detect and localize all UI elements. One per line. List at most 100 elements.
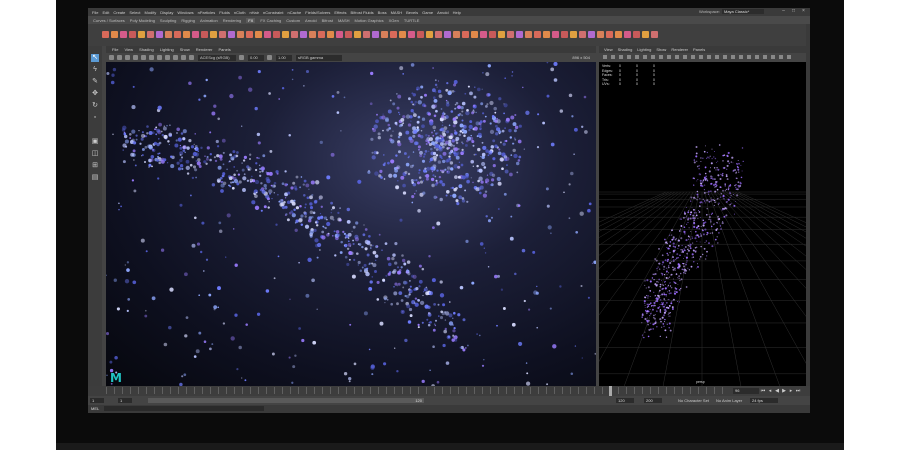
close-icon[interactable]: ×	[801, 9, 806, 14]
shelf-tool-icon[interactable]	[579, 31, 586, 38]
side-toolbar-icon[interactable]	[627, 55, 631, 59]
rotate-tool-icon[interactable]: ↻	[91, 102, 99, 110]
main-viewport[interactable]: M	[106, 62, 596, 386]
shelf-tool-icon[interactable]	[561, 31, 568, 38]
viewport-menu-shading[interactable]: Shading	[139, 47, 154, 52]
side-toolbar-icon[interactable]	[723, 55, 727, 59]
shelf-tool-icon[interactable]	[138, 31, 145, 38]
shelf-tool-icon[interactable]	[570, 31, 577, 38]
bookmark-icon[interactable]	[125, 55, 130, 60]
shelf-tool-icon[interactable]	[507, 31, 514, 38]
shelf-tool-icon[interactable]	[480, 31, 487, 38]
image-plane-icon[interactable]	[133, 55, 138, 60]
shelf-tool-icon[interactable]	[624, 31, 631, 38]
side-toolbar-icon[interactable]	[619, 55, 623, 59]
shelf-tool-icon[interactable]	[462, 31, 469, 38]
shelf-tab-animation[interactable]: Animation	[200, 18, 218, 23]
menu-bevels[interactable]: Bevels	[406, 10, 418, 15]
shelf-tool-icon[interactable]	[174, 31, 181, 38]
character-set-label[interactable]: No Character Set	[678, 397, 709, 404]
shelf-tool-icon[interactable]	[282, 31, 289, 38]
menu-nconstraint[interactable]: nConstraint	[263, 10, 283, 15]
side-menu-lighting[interactable]: Lighting	[637, 47, 651, 52]
shelf-tool-icon[interactable]	[156, 31, 163, 38]
side-toolbar-icon[interactable]	[667, 55, 671, 59]
shelf-tool-icon[interactable]	[444, 31, 451, 38]
viewport-menu-panels[interactable]: Panels	[218, 47, 230, 52]
shelf-tab-fx-caching[interactable]: FX Caching	[260, 18, 281, 23]
shelf-tool-icon[interactable]	[219, 31, 226, 38]
shelf-tool-icon[interactable]	[327, 31, 334, 38]
smooth-shade-icon[interactable]	[165, 55, 170, 60]
prev-key-icon[interactable]: ◂	[767, 388, 773, 394]
maximize-icon[interactable]: □	[791, 9, 796, 14]
shadows-icon[interactable]	[189, 55, 194, 60]
menu-fields-solvers[interactable]: Fields/Solvers	[305, 10, 330, 15]
shelf-tab-custom[interactable]: Custom	[286, 18, 300, 23]
grid-icon[interactable]	[141, 55, 146, 60]
shelf-tool-icon[interactable]	[588, 31, 595, 38]
wireframe-icon[interactable]	[157, 55, 162, 60]
shelf-tool-icon[interactable]	[642, 31, 649, 38]
shelf-tool-icon[interactable]	[120, 31, 127, 38]
play-back-icon[interactable]: ◀	[774, 388, 780, 394]
menu-help[interactable]: Help	[453, 10, 461, 15]
shelf-tool-icon[interactable]	[228, 31, 235, 38]
scale-tool-icon[interactable]: ▫	[91, 114, 99, 122]
color-space-field[interactable]: ACEScg (sRGB)	[198, 54, 236, 61]
playhead[interactable]	[609, 386, 612, 396]
menu-nhair[interactable]: nHair	[249, 10, 259, 15]
side-toolbar-icon[interactable]	[747, 55, 751, 59]
shelf-tool-icon[interactable]	[309, 31, 316, 38]
shelf-tab-rendering[interactable]: Rendering	[223, 18, 241, 23]
lasso-tool-icon[interactable]: ϟ	[91, 66, 99, 74]
menu-boss[interactable]: Boss	[378, 10, 387, 15]
menu-bifrost-fluids[interactable]: Bifrost Fluids	[351, 10, 374, 15]
shelf-tool-icon[interactable]	[606, 31, 613, 38]
camera-icon[interactable]	[109, 55, 114, 60]
shelf-tool-icon[interactable]	[372, 31, 379, 38]
menu-game[interactable]: Game	[422, 10, 433, 15]
side-toolbar-icon[interactable]	[779, 55, 783, 59]
side-toolbar-icon[interactable]	[683, 55, 687, 59]
shelf-tool-icon[interactable]	[390, 31, 397, 38]
shelf-tab-poly-modeling[interactable]: Poly Modeling	[130, 18, 155, 23]
range-start-field[interactable]: 1	[118, 398, 132, 403]
side-toolbar-icon[interactable]	[659, 55, 663, 59]
viewport-menu-show[interactable]: Show	[180, 47, 190, 52]
shelf-tab-turtle[interactable]: TURTLE	[404, 18, 419, 23]
side-toolbar-icon[interactable]	[699, 55, 703, 59]
shelf-tool-icon[interactable]	[534, 31, 541, 38]
play-forward-icon[interactable]: ▶	[781, 388, 787, 394]
side-menu-shading[interactable]: Shading	[618, 47, 633, 52]
shelf-tool-icon[interactable]	[381, 31, 388, 38]
side-toolbar-icon[interactable]	[611, 55, 615, 59]
side-toolbar-icon[interactable]	[707, 55, 711, 59]
shelf-tool-icon[interactable]	[246, 31, 253, 38]
layout-four-pane-icon[interactable]: ⊞	[91, 162, 99, 170]
shelf-tool-icon[interactable]	[399, 31, 406, 38]
menu-ncache[interactable]: nCache	[287, 10, 301, 15]
textured-icon[interactable]	[173, 55, 178, 60]
shelf-tool-icon[interactable]	[651, 31, 658, 38]
mel-label[interactable]: MEL	[91, 406, 99, 411]
side-toolbar-icon[interactable]	[675, 55, 679, 59]
shelf-tool-icon[interactable]	[345, 31, 352, 38]
film-gate-icon[interactable]	[149, 55, 154, 60]
shelf-tool-icon[interactable]	[111, 31, 118, 38]
shelf-tool-icon[interactable]	[264, 31, 271, 38]
shelf-tab-xgen[interactable]: XGen	[389, 18, 399, 23]
select-tool-icon[interactable]: ↖	[91, 54, 99, 62]
range-end-field[interactable]: 120	[616, 398, 634, 403]
shelf-tool-icon[interactable]	[300, 31, 307, 38]
layout-two-pane-icon[interactable]: ◫	[91, 150, 99, 158]
move-tool-icon[interactable]: ✥	[91, 90, 99, 98]
shelf-tool-icon[interactable]	[516, 31, 523, 38]
workspace-dropdown[interactable]: Maya Classic*	[722, 9, 764, 14]
layout-single-icon[interactable]: ▣	[91, 138, 99, 146]
shelf-tool-icon[interactable]	[552, 31, 559, 38]
shelf-tool-icon[interactable]	[489, 31, 496, 38]
menu-create[interactable]: Create	[113, 10, 125, 15]
shelf-tab-bifrost[interactable]: Bifrost	[322, 18, 333, 23]
shelf-tool-icon[interactable]	[183, 31, 190, 38]
